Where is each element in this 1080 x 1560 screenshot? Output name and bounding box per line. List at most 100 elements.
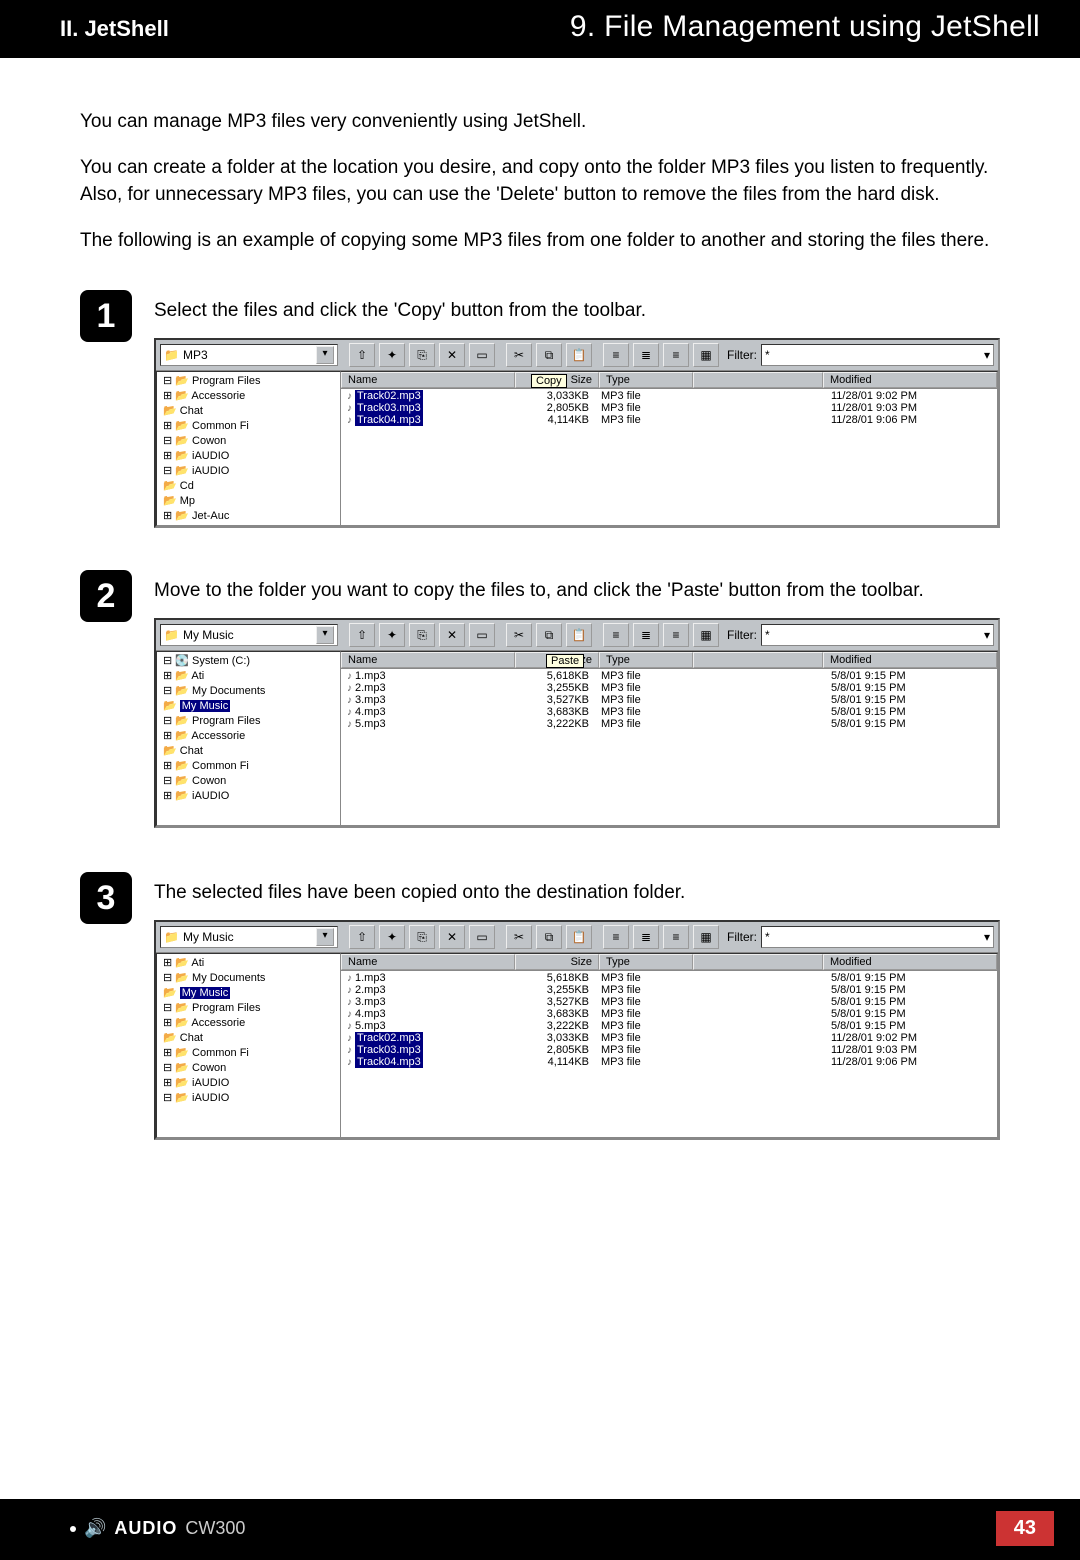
list-item[interactable]: 2.mp33,255KBMP3 file5/8/01 9:15 PM bbox=[341, 984, 997, 996]
tree-node[interactable]: 📂 Cd bbox=[163, 479, 338, 494]
list-item[interactable]: 4.mp33,683KBMP3 file5/8/01 9:15 PM bbox=[341, 1008, 997, 1020]
col-modified[interactable]: Modified bbox=[823, 652, 997, 668]
tree-node[interactable]: 📂 My Music bbox=[163, 986, 338, 1001]
folder-tree[interactable]: ⊞ 📂 Ati⊟ 📂 My Documents 📂 My Music⊟ 📂 Pr… bbox=[156, 953, 341, 1138]
list-item[interactable]: Track04.mp34,114KBMP3 file11/28/01 9:06 … bbox=[341, 414, 997, 426]
folder-combo[interactable]: 📁 My Music ▾ bbox=[160, 624, 338, 646]
tree-node[interactable]: 📂 Chat bbox=[163, 404, 338, 419]
list-item[interactable]: 2.mp33,255KBMP3 file5/8/01 9:15 PM bbox=[341, 682, 997, 694]
list-item[interactable]: Track02.mp33,033KBMP3 file11/28/01 9:02 … bbox=[341, 1032, 997, 1044]
folder-tree[interactable]: ⊟ 💽 System (C:) ⊞ 📂 Ati ⊟ 📂 My Documents… bbox=[156, 651, 341, 826]
tree-node[interactable]: ⊟ 📂 Program Files bbox=[163, 1001, 338, 1016]
opt-button-1[interactable]: ≡ bbox=[603, 925, 629, 949]
tree-node[interactable]: ⊟ 📂 My Documents bbox=[163, 971, 338, 986]
prop-button[interactable]: ⎘ bbox=[409, 623, 435, 647]
opt-button-2[interactable]: ≣ bbox=[633, 925, 659, 949]
explorer-button[interactable]: ▭ bbox=[469, 925, 495, 949]
copy-button[interactable]: ⧉ bbox=[536, 343, 562, 367]
tree-node[interactable]: ⊟ 📂 Program Files bbox=[163, 714, 338, 729]
new-folder-button[interactable]: ✦ bbox=[379, 925, 405, 949]
list-item[interactable]: 3.mp33,527KBMP3 file5/8/01 9:15 PM bbox=[341, 996, 997, 1008]
folder-combo[interactable]: 📁 My Music ▾ bbox=[160, 926, 338, 948]
tree-node[interactable]: ⊞ 📂 iAUDIO bbox=[163, 449, 338, 464]
list-item[interactable]: Track03.mp32,805KBMP3 file11/28/01 9:03 … bbox=[341, 1044, 997, 1056]
opt-button-3[interactable]: ≡ bbox=[663, 623, 689, 647]
file-list[interactable]: Name Size Type Modified 1.mp35,618KBMP3 … bbox=[341, 953, 998, 1138]
tree-node[interactable]: ⊟ 📂 Program Files bbox=[163, 374, 338, 389]
col-modified[interactable]: Modified bbox=[823, 372, 997, 388]
tree-node[interactable]: ⊞ 📂 iAUDIO bbox=[163, 1076, 338, 1091]
tree-node[interactable]: ⊞ 📂 Common Fi bbox=[163, 419, 338, 434]
tree-node[interactable]: ⊟ 📂 Cowon bbox=[163, 434, 338, 449]
filter-input[interactable]: *▾ bbox=[761, 344, 994, 366]
copy-button[interactable]: ⧉ bbox=[536, 925, 562, 949]
chevron-down-icon[interactable]: ▾ bbox=[984, 930, 990, 944]
view-button[interactable]: ▦ bbox=[693, 623, 719, 647]
delete-button[interactable]: ✕ bbox=[439, 925, 465, 949]
list-item[interactable]: 5.mp33,222KBMP3 file5/8/01 9:15 PM bbox=[341, 1020, 997, 1032]
chevron-down-icon[interactable]: ▾ bbox=[316, 928, 334, 946]
paste-button[interactable]: 📋 bbox=[566, 343, 592, 367]
tree-node[interactable]: ⊟ 📂 iAUDIO bbox=[163, 464, 338, 479]
cut-button[interactable]: ✂ bbox=[506, 623, 532, 647]
opt-button-2[interactable]: ≣ bbox=[633, 623, 659, 647]
explorer-button[interactable]: ▭ bbox=[469, 623, 495, 647]
prop-button[interactable]: ⎘ bbox=[409, 925, 435, 949]
col-modified[interactable]: Modified bbox=[823, 954, 997, 970]
opt-button-3[interactable]: ≡ bbox=[663, 343, 689, 367]
cut-button[interactable]: ✂ bbox=[506, 343, 532, 367]
tree-node[interactable]: ⊟ 💽 System (C:) bbox=[163, 654, 338, 669]
tree-node[interactable]: ⊟ 📂 My Documents bbox=[163, 684, 338, 699]
col-size[interactable]: Size bbox=[515, 954, 599, 970]
tree-node[interactable]: ⊟ 📂 Cowon bbox=[163, 1061, 338, 1076]
tree-node[interactable]: 📂 Chat bbox=[163, 744, 338, 759]
tree-node[interactable]: ⊞ 📂 Accessorie bbox=[163, 729, 338, 744]
opt-button-1[interactable]: ≡ bbox=[603, 343, 629, 367]
col-type[interactable]: Type bbox=[599, 372, 693, 388]
chevron-down-icon[interactable]: ▾ bbox=[984, 348, 990, 362]
delete-button[interactable]: ✕ bbox=[439, 343, 465, 367]
chevron-down-icon[interactable]: ▾ bbox=[316, 346, 334, 364]
tree-node[interactable]: ⊞ 📂 iAUDIO bbox=[163, 789, 338, 804]
up-button[interactable]: ⇧ bbox=[349, 343, 375, 367]
col-name[interactable]: Name bbox=[341, 652, 515, 668]
folder-tree[interactable]: ⊟ 📂 Program Files ⊞ 📂 Accessorie 📂 Chat … bbox=[156, 371, 341, 526]
up-button[interactable]: ⇧ bbox=[349, 925, 375, 949]
opt-button-1[interactable]: ≡ bbox=[603, 623, 629, 647]
new-folder-button[interactable]: ✦ bbox=[379, 343, 405, 367]
up-button[interactable]: ⇧ bbox=[349, 623, 375, 647]
list-item[interactable]: 1.mp35,618KBMP3 file5/8/01 9:15 PM bbox=[341, 972, 997, 984]
delete-button[interactable]: ✕ bbox=[439, 623, 465, 647]
col-name[interactable]: Name bbox=[341, 954, 515, 970]
copy-button[interactable]: ⧉ bbox=[536, 623, 562, 647]
paste-button[interactable]: 📋 bbox=[566, 925, 592, 949]
tree-node[interactable]: ⊞ 📂 Common Fi bbox=[163, 759, 338, 774]
col-type[interactable]: Type bbox=[599, 652, 693, 668]
chevron-down-icon[interactable]: ▾ bbox=[984, 628, 990, 642]
new-folder-button[interactable]: ✦ bbox=[379, 623, 405, 647]
tree-node[interactable]: 📂 Chat bbox=[163, 1031, 338, 1046]
view-button[interactable]: ▦ bbox=[693, 343, 719, 367]
opt-button-3[interactable]: ≡ bbox=[663, 925, 689, 949]
file-list[interactable]: Paste Name Size Type Modified 1.mp35,618… bbox=[341, 651, 998, 826]
list-item[interactable]: 1.mp35,618KBMP3 file5/8/01 9:15 PM bbox=[341, 670, 997, 682]
chevron-down-icon[interactable]: ▾ bbox=[316, 626, 334, 644]
col-name[interactable]: Name bbox=[341, 372, 515, 388]
list-item[interactable]: Track03.mp32,805KBMP3 file11/28/01 9:03 … bbox=[341, 402, 997, 414]
tree-node[interactable]: ⊞ 📂 Jet-Auc bbox=[163, 509, 338, 524]
prop-button[interactable]: ⎘ bbox=[409, 343, 435, 367]
list-item[interactable]: Track04.mp34,114KBMP3 file11/28/01 9:06 … bbox=[341, 1056, 997, 1068]
list-item[interactable]: Track02.mp33,033KBMP3 file11/28/01 9:02 … bbox=[341, 390, 997, 402]
explorer-button[interactable]: ▭ bbox=[469, 343, 495, 367]
tree-node[interactable]: ⊞ 📂 Ati bbox=[163, 956, 338, 971]
file-list[interactable]: Copy Name Size Type Modified Track02.mp3… bbox=[341, 371, 998, 526]
tree-node[interactable]: 📂 Mp bbox=[163, 494, 338, 509]
filter-input[interactable]: *▾ bbox=[761, 624, 994, 646]
list-item[interactable]: 4.mp33,683KBMP3 file5/8/01 9:15 PM bbox=[341, 706, 997, 718]
tree-node[interactable]: ⊞ 📂 Common Fi bbox=[163, 1046, 338, 1061]
tree-node[interactable]: ⊟ 📂 iAUDIO bbox=[163, 1091, 338, 1106]
tree-node[interactable]: ⊞ 📂 Accessorie bbox=[163, 1016, 338, 1031]
opt-button-2[interactable]: ≣ bbox=[633, 343, 659, 367]
tree-node[interactable]: ⊞ 📂 Ati bbox=[163, 669, 338, 684]
folder-combo[interactable]: 📁 MP3 ▾ bbox=[160, 344, 338, 366]
